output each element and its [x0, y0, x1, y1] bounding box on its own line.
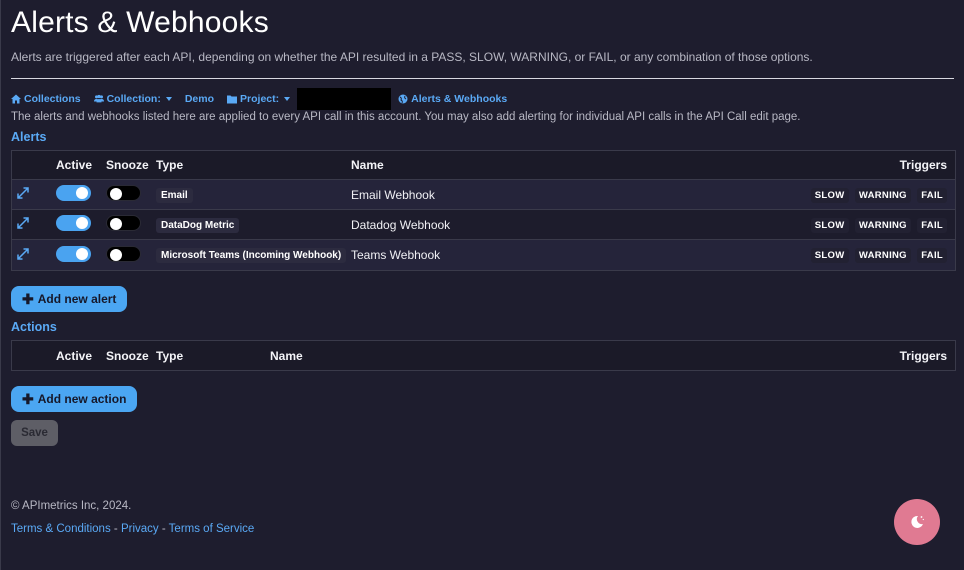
- info-text: The alerts and webhooks listed here are …: [11, 111, 801, 123]
- add-alert-button[interactable]: ✚ Add new alert: [11, 286, 128, 312]
- add-alert-label: Add new alert: [37, 292, 117, 306]
- alert-name: Teams Webhook: [351, 248, 441, 262]
- actions-table: Active Snooze Type Name Triggers: [11, 340, 956, 371]
- alerts-table-header: Active Snooze Type Name Triggers: [12, 151, 955, 180]
- breadcrumb-collection-dropdown[interactable]: Collection:: [93, 93, 172, 105]
- breadcrumb-project-label: Project:: [240, 93, 280, 105]
- column-header-triggers: Triggers: [899, 348, 947, 363]
- plus-icon: ✚: [22, 390, 34, 407]
- alert-name: Email Webhook: [351, 187, 435, 202]
- breadcrumb-collections-label: Collections: [24, 93, 81, 105]
- breadcrumb-current[interactable]: Alerts & Webhooks: [398, 93, 507, 105]
- breadcrumb-collection-label: Collection:: [106, 93, 161, 105]
- alert-name: Datadog Webhook: [351, 217, 451, 232]
- table-row: Email Email Webhook SLOW WARNING FAIL: [12, 180, 955, 210]
- footer-separator: -: [158, 523, 169, 535]
- redacted-block: [297, 88, 392, 110]
- breadcrumb-current-label: Alerts & Webhooks: [411, 93, 508, 105]
- type-badge: DataDog Metric: [156, 217, 240, 233]
- breadcrumb: Collections Collection: Demo Project: Al…: [11, 88, 954, 110]
- actions-section-title: Actions: [11, 320, 57, 334]
- trigger-badge-fail: FAIL: [917, 217, 947, 233]
- breadcrumb-collections[interactable]: Collections: [11, 93, 81, 105]
- type-badge: Email: [156, 187, 193, 203]
- add-action-button[interactable]: ✚ Add new action: [11, 386, 138, 412]
- expand-icon[interactable]: [12, 247, 56, 263]
- expand-icon[interactable]: [12, 217, 56, 232]
- snooze-toggle[interactable]: [106, 185, 141, 201]
- trigger-badge-warning: WARNING: [854, 217, 911, 233]
- column-header-triggers: Triggers: [899, 158, 947, 172]
- add-action-label: Add new action: [37, 392, 127, 406]
- column-header-type: Type: [156, 158, 184, 172]
- snooze-toggle[interactable]: [106, 215, 141, 231]
- alerts-table: Active Snooze Type Name Triggers Email E…: [11, 150, 956, 271]
- footer-copyright: © APImetrics Inc, 2024.: [11, 500, 132, 512]
- caret-down-icon: [284, 97, 291, 101]
- trigger-badge-slow: SLOW: [810, 187, 849, 203]
- column-header-snooze: Snooze: [106, 348, 149, 363]
- page-title: Alerts & Webhooks: [11, 6, 269, 39]
- active-toggle[interactable]: [56, 215, 91, 231]
- breadcrumb-collection-value[interactable]: Demo: [185, 93, 214, 105]
- actions-table-header: Active Snooze Type Name Triggers: [12, 341, 955, 370]
- divider: [11, 78, 954, 79]
- trigger-badge-warning: WARNING: [854, 187, 911, 203]
- moon-icon: [911, 515, 924, 528]
- page-subtitle: Alerts are triggered after each API, dep…: [11, 50, 813, 64]
- users-icon: [93, 94, 104, 103]
- folder-icon: [227, 95, 238, 104]
- terms-of-service-link[interactable]: Terms of Service: [169, 523, 255, 535]
- active-toggle[interactable]: [56, 245, 91, 262]
- table-row: DataDog Metric Datadog Webhook SLOW WARN…: [12, 210, 955, 240]
- alerts-section-title: Alerts: [11, 130, 47, 144]
- breadcrumb-project-dropdown[interactable]: Project:: [227, 93, 291, 105]
- footer-links: Terms & Conditions - Privacy - Terms of …: [11, 523, 954, 535]
- caret-down-icon: [165, 97, 172, 101]
- column-header-snooze: Snooze: [106, 158, 149, 172]
- column-header-active: Active: [56, 348, 93, 363]
- column-header-name: Name: [270, 348, 303, 363]
- trigger-badge-fail: FAIL: [917, 187, 947, 203]
- privacy-link[interactable]: Privacy: [121, 523, 159, 535]
- home-icon: [11, 94, 21, 104]
- column-header-active: Active: [56, 158, 93, 172]
- active-toggle[interactable]: [56, 185, 91, 201]
- terms-link[interactable]: Terms & Conditions: [11, 523, 111, 535]
- table-row: Microsoft Teams (Incoming Webhook) Teams…: [12, 240, 955, 270]
- theme-toggle-button[interactable]: [894, 499, 940, 545]
- expand-icon[interactable]: [12, 187, 56, 202]
- column-header-name: Name: [351, 158, 384, 172]
- column-header-type: Type: [156, 348, 184, 363]
- trigger-badge-warning: WARNING: [854, 248, 911, 263]
- save-button[interactable]: Save: [11, 420, 58, 446]
- type-badge: Microsoft Teams (Incoming Webhook): [156, 248, 347, 263]
- trigger-badge-fail: FAIL: [917, 248, 947, 263]
- snooze-toggle[interactable]: [106, 245, 141, 262]
- plus-icon: ✚: [22, 290, 34, 307]
- globe-icon: [398, 94, 408, 104]
- footer-separator: -: [110, 523, 121, 535]
- trigger-badge-slow: SLOW: [810, 248, 849, 263]
- trigger-badge-slow: SLOW: [810, 217, 849, 233]
